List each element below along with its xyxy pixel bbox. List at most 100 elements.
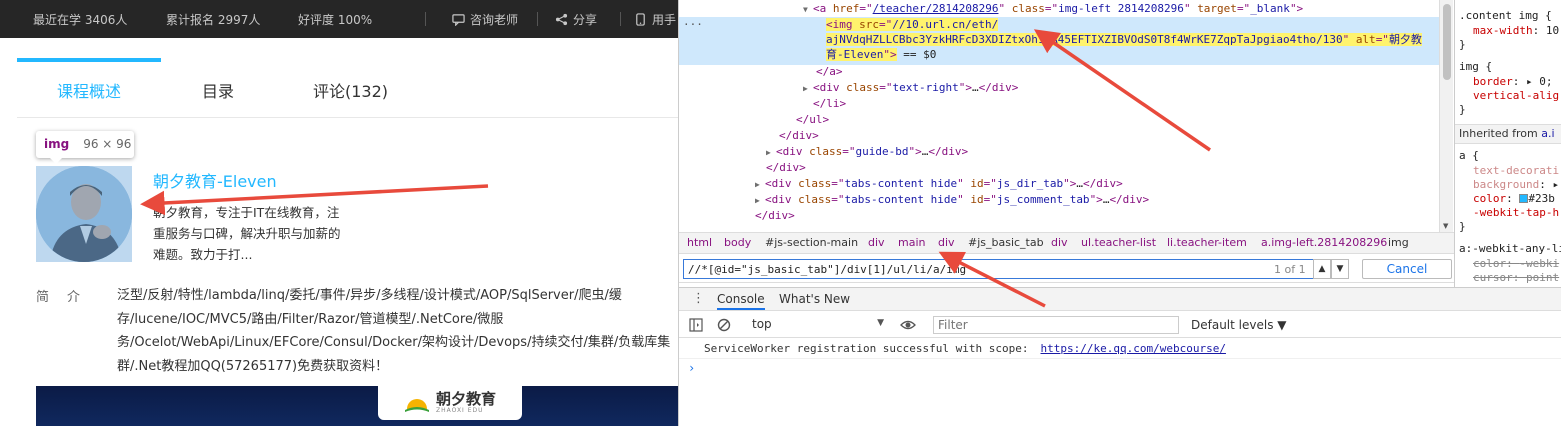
crumb-img[interactable]: img bbox=[1388, 233, 1409, 253]
divider bbox=[537, 12, 538, 26]
crumb-div[interactable]: div bbox=[938, 233, 955, 253]
elements-tree[interactable]: ··· ▼ <a href="/teacher/2814208296" class… bbox=[679, 0, 1439, 232]
styles-pane: .content img { max-width: 10 } img { bor… bbox=[1454, 0, 1561, 290]
course-page: 最近在学 3406人 累计报名 2997人 好评度 100% 咨询老师 分享 用… bbox=[0, 0, 678, 426]
sun-logo-icon bbox=[404, 399, 429, 412]
tab-comments[interactable]: 评论(132) bbox=[313, 78, 388, 102]
dom-close-a[interactable]: </a> bbox=[816, 64, 843, 80]
next-match-button[interactable]: ▼ bbox=[1331, 259, 1349, 279]
console-output: ServiceWorker registration successful wi… bbox=[679, 339, 1561, 426]
tab-overview[interactable]: 课程概述 bbox=[57, 78, 121, 102]
style-declaration-overridden[interactable]: color: -webki bbox=[1473, 257, 1559, 271]
divider bbox=[620, 12, 621, 26]
inspect-highlight bbox=[36, 166, 132, 262]
dom-close-div[interactable]: </div> bbox=[755, 208, 795, 224]
dropdown-caret-icon: ▼ bbox=[877, 318, 884, 328]
scroll-down-icon[interactable]: ▼ bbox=[1443, 222, 1448, 230]
dom-node-div-guide-bd[interactable]: ▶ <div class="guide-bd">…</div> bbox=[766, 144, 968, 160]
style-rule-close: } bbox=[1459, 38, 1466, 51]
clear-console-icon[interactable] bbox=[717, 318, 731, 332]
drawer-menu-icon[interactable]: ⋮ bbox=[692, 291, 705, 306]
style-declaration[interactable]: vertical-alig bbox=[1473, 89, 1559, 103]
xpath-search-input[interactable] bbox=[683, 259, 1343, 279]
expand-triangle-icon[interactable]: ▶ bbox=[803, 81, 813, 97]
inherited-from-header: Inherited from a.i bbox=[1455, 124, 1561, 144]
log-levels-dropdown[interactable]: Default levels ▼ bbox=[1191, 318, 1287, 332]
style-rule-close: } bbox=[1459, 220, 1466, 233]
crumb-div[interactable]: div bbox=[868, 233, 885, 253]
crumb-a-img-left[interactable]: a.img-left.2814208296 bbox=[1261, 233, 1387, 253]
dom-node-div-comment-tab[interactable]: ▶ <div class="tabs-content hide" id="js_c… bbox=[755, 192, 1149, 208]
style-declaration[interactable]: border: ▸ 0; bbox=[1473, 75, 1553, 89]
console-filter-input[interactable] bbox=[933, 316, 1179, 334]
style-declaration[interactable]: -webkit-tap-h bbox=[1473, 206, 1559, 220]
expand-triangle-icon[interactable]: ▶ bbox=[755, 177, 765, 193]
style-declaration[interactable]: max-width: 10 bbox=[1473, 24, 1559, 38]
node-actions-ellipsis[interactable]: ··· bbox=[683, 18, 703, 31]
style-rule-selector[interactable]: .content img { bbox=[1459, 9, 1552, 23]
xpath-search-bar: 1 of 1 ▲ ▼ Cancel bbox=[679, 255, 1454, 283]
dom-close-ul[interactable]: </ul> bbox=[796, 112, 829, 128]
mobile-button[interactable]: 用手 bbox=[634, 11, 676, 28]
crumb-body[interactable]: body bbox=[724, 233, 751, 253]
course-banner: 朝夕教育 ZHAOXI EDU bbox=[36, 386, 678, 426]
stat-enrolled: 累计报名 2997人 bbox=[166, 13, 261, 27]
tab-whats-new[interactable]: What's New bbox=[779, 292, 850, 306]
style-declaration[interactable]: background: ▸ bbox=[1473, 178, 1559, 192]
dom-node-img-src[interactable]: ajNVdqHZLLCBbc3YzkHRFcD3XDIZtxOh1GA45EFT… bbox=[826, 32, 1422, 48]
style-declaration[interactable]: color: #23b bbox=[1473, 192, 1555, 206]
style-rule-close: } bbox=[1459, 103, 1466, 116]
scope-link[interactable]: https://ke.qq.com/webcourse/ bbox=[1041, 342, 1226, 355]
share-label: 分享 bbox=[573, 13, 598, 27]
style-declaration-overridden[interactable]: cursor: point bbox=[1473, 271, 1559, 285]
crumb-basic-tab[interactable]: #js_basic_tab bbox=[968, 233, 1044, 253]
teacher-name-link[interactable]: 朝夕教育-Eleven bbox=[153, 168, 277, 192]
dom-node-div-dir-tab[interactable]: ▶ <div class="tabs-content hide" id="js_d… bbox=[755, 176, 1123, 192]
dom-close-li[interactable]: </li> bbox=[813, 96, 846, 112]
previous-match-button[interactable]: ▲ bbox=[1313, 259, 1331, 279]
dom-node-div-text-right[interactable]: ▶ <div class="text-right">…</div> bbox=[803, 80, 1018, 96]
divider bbox=[425, 12, 426, 26]
crumb-teacher-list[interactable]: ul.teacher-list bbox=[1081, 233, 1156, 253]
scrollbar-thumb[interactable] bbox=[1443, 4, 1451, 80]
dom-breadcrumb: html body #js-section-main div main div … bbox=[679, 232, 1454, 254]
collapse-triangle-icon[interactable]: ▼ bbox=[803, 2, 813, 18]
style-declaration[interactable]: text-decorati bbox=[1473, 164, 1559, 178]
context-select[interactable]: top ▼ bbox=[752, 317, 884, 333]
chat-icon bbox=[452, 14, 465, 26]
crumb-div[interactable]: div bbox=[1051, 233, 1068, 253]
tab-catalog[interactable]: 目录 bbox=[202, 78, 234, 102]
style-rule-selector[interactable]: a:-webkit-any-li bbox=[1459, 242, 1561, 256]
crumb-main[interactable]: main bbox=[898, 233, 925, 253]
elements-scrollbar[interactable]: ▼ bbox=[1439, 0, 1453, 232]
dom-close-div[interactable]: </div> bbox=[766, 160, 806, 176]
sidebar-toggle-icon[interactable] bbox=[689, 318, 703, 332]
expand-triangle-icon[interactable]: ▶ bbox=[766, 145, 776, 161]
crumb-section-main[interactable]: #js-section-main bbox=[765, 233, 858, 253]
cancel-search-button[interactable]: Cancel bbox=[1362, 259, 1452, 279]
expand-triangle-icon[interactable]: ▶ bbox=[755, 193, 765, 209]
dom-node-img-alt[interactable]: 育-Eleven"> == $0 bbox=[826, 47, 936, 63]
console-toolbar: top▼ Default levels ▼ bbox=[679, 312, 1561, 338]
drawer-tabbar: ⋮ Console What's New bbox=[679, 287, 1561, 311]
share-button[interactable]: 分享 bbox=[555, 11, 597, 28]
mobile-phone-icon bbox=[636, 13, 645, 26]
match-count: 1 of 1 bbox=[1274, 263, 1306, 276]
mobile-label: 用手 bbox=[652, 13, 677, 27]
dom-node-a[interactable]: ▼ <a href="/teacher/2814208296" class="im… bbox=[803, 1, 1303, 17]
console-prompt-icon[interactable]: › bbox=[688, 361, 695, 375]
tab-console[interactable]: Console bbox=[717, 292, 765, 310]
stat-learning: 最近在学 3406人 bbox=[33, 13, 128, 27]
crumb-html[interactable]: html bbox=[687, 233, 712, 253]
brand-logo: 朝夕教育 ZHAOXI EDU bbox=[378, 386, 522, 420]
eye-icon[interactable] bbox=[900, 318, 916, 332]
style-rule-selector[interactable]: img { bbox=[1459, 60, 1492, 74]
dom-node-img[interactable]: <img src="//10.url.cn/eth/ bbox=[826, 17, 999, 33]
consult-teacher-button[interactable]: 咨询老师 bbox=[452, 11, 518, 28]
tooltip-tag: img bbox=[44, 137, 70, 151]
crumb-teacher-item[interactable]: li.teacher-item bbox=[1167, 233, 1247, 253]
style-rule-selector[interactable]: a { bbox=[1459, 149, 1479, 163]
course-tabs: 课程概述 目录 评论(132) bbox=[17, 58, 678, 118]
dom-close-div[interactable]: </div> bbox=[779, 128, 819, 144]
course-stats-bar: 最近在学 3406人 累计报名 2997人 好评度 100% 咨询老师 分享 用… bbox=[0, 0, 678, 38]
